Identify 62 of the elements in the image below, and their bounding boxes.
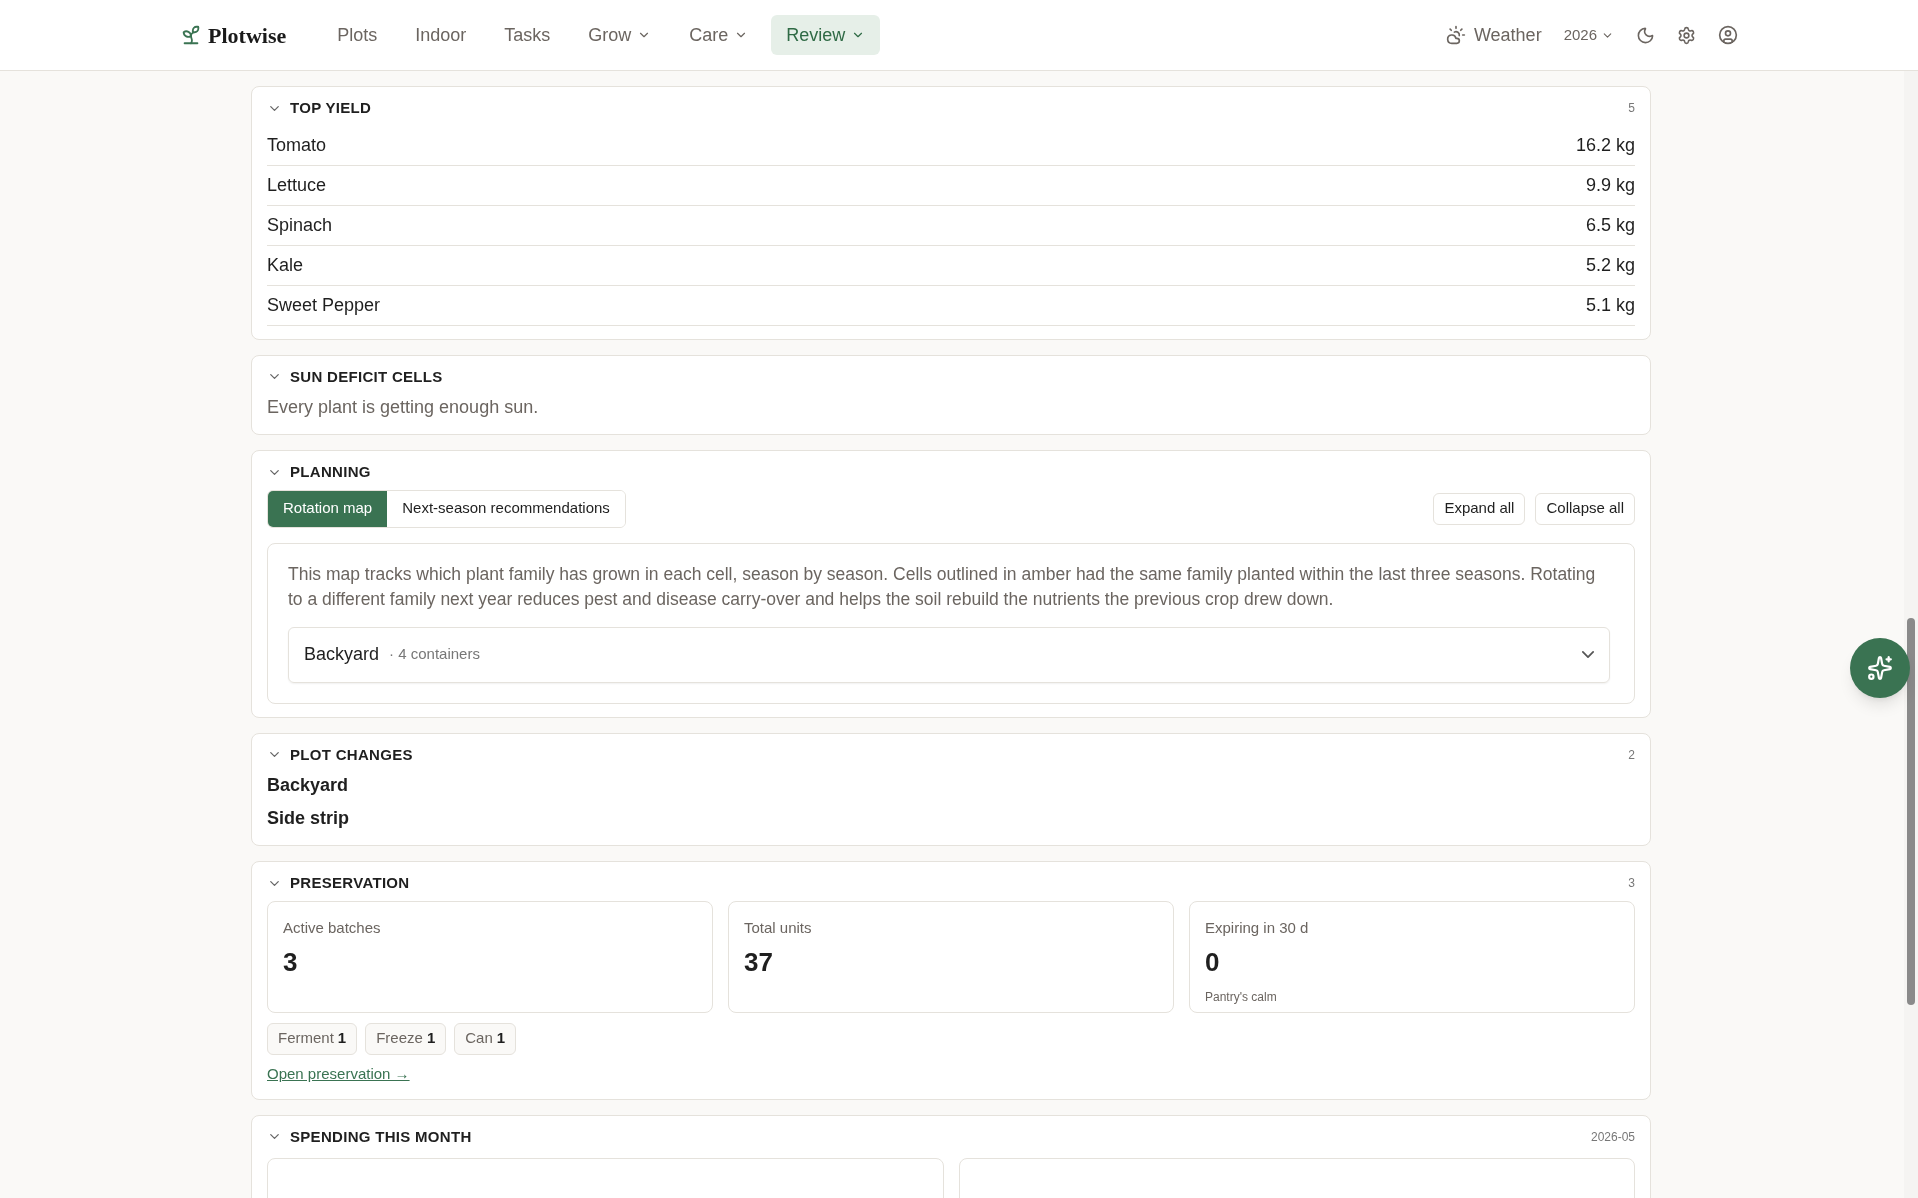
section-count: 3 xyxy=(1628,875,1635,893)
theme-toggle[interactable] xyxy=(1636,25,1655,45)
section-header[interactable]: PLOT CHANGES xyxy=(267,743,413,766)
section-header[interactable]: SUN DEFICIT CELLS xyxy=(267,365,443,388)
settings-button[interactable] xyxy=(1677,25,1696,45)
assistant-button[interactable] xyxy=(1850,638,1910,698)
cloud-sun-icon xyxy=(1445,25,1466,45)
section-count: 5 xyxy=(1628,100,1635,118)
nav-item[interactable]: Care xyxy=(674,15,764,55)
stat-note: Pantry's calm xyxy=(1205,989,1278,1006)
brand-name[interactable]: Plotwise xyxy=(208,18,287,52)
preservation-link[interactable]: Open preservation → xyxy=(267,1062,410,1085)
crop-name: Kale xyxy=(267,253,304,277)
stat-value: 0 xyxy=(1205,946,1221,979)
year-select[interactable]: 2026 xyxy=(1563,23,1614,47)
moon-icon xyxy=(1636,25,1655,45)
section-header[interactable]: TOP YIELD xyxy=(267,97,372,120)
stat-label: Active batches xyxy=(283,917,382,938)
outline-button[interactable]: Collapse all xyxy=(1535,492,1635,525)
section-header[interactable]: SPENDING THIS MONTH xyxy=(267,1125,472,1148)
empty-message: Every plant is getting enough sun. xyxy=(267,396,540,419)
section-header[interactable]: PRESERVATION xyxy=(267,872,410,895)
description-text: This map tracks which plant family has grown in each cell, season by season. Cells outlined in amber had the same family planted within the last three seasons. Rotating to a different family next year reduces pest and disease carry-over and helps the soil rebuild the nutrients the previous crop drew down. xyxy=(288,562,1597,611)
yield-value: 9.9 kg xyxy=(1585,173,1635,197)
method-chip: Can 1 xyxy=(454,1022,517,1055)
stat-value: 37 xyxy=(744,946,774,979)
crop-name: Lettuce xyxy=(267,173,327,197)
weather-button[interactable]: Weather xyxy=(1445,21,1542,49)
settings-icon xyxy=(1677,25,1696,45)
method-chip: Freeze 1 xyxy=(365,1022,447,1055)
outline-button[interactable]: Expand all xyxy=(1433,492,1526,525)
plot-accordion[interactable]: Backyard · 4 containers xyxy=(288,626,1610,683)
nav-item[interactable]: Review xyxy=(771,15,881,55)
scrollbar-thumb[interactable] xyxy=(1907,618,1915,1005)
nav-item[interactable]: Indoor xyxy=(400,15,482,55)
section-count: 2026-05 xyxy=(1590,1128,1635,1146)
section-header[interactable]: PLANNING xyxy=(267,461,371,484)
yield-value: 5.1 kg xyxy=(1585,293,1635,317)
sprout-icon xyxy=(180,24,202,46)
method-chip: Ferment 1 xyxy=(267,1022,358,1055)
user-icon xyxy=(1718,25,1738,45)
plot-name: Backyard xyxy=(304,643,380,666)
section-count: 2 xyxy=(1628,746,1635,764)
plot-change-name: Backyard xyxy=(267,774,350,797)
stat-label: Total units xyxy=(744,917,813,938)
view-tab[interactable]: Rotation map xyxy=(268,490,388,527)
yield-value: 16.2 kg xyxy=(1575,133,1635,157)
plot-change-name: Side strip xyxy=(267,807,351,830)
account-button[interactable] xyxy=(1718,25,1738,45)
plot-meta: · 4 containers xyxy=(389,644,480,665)
stat-value: 3 xyxy=(283,946,299,979)
yield-value: 5.2 kg xyxy=(1585,253,1635,277)
yield-value: 6.5 kg xyxy=(1585,213,1635,237)
stat-label: Expiring in 30 d xyxy=(1205,917,1310,938)
crop-name: Sweet Pepper xyxy=(267,293,381,317)
crop-name: Spinach xyxy=(267,213,333,237)
nav-item[interactable]: Tasks xyxy=(489,15,566,55)
crop-name: Tomato xyxy=(267,133,327,157)
nav-item[interactable]: Grow xyxy=(573,15,667,55)
nav-item[interactable]: Plots xyxy=(322,15,393,55)
chevron-down-icon xyxy=(1582,651,1594,658)
sparkles-icon xyxy=(1867,655,1893,681)
